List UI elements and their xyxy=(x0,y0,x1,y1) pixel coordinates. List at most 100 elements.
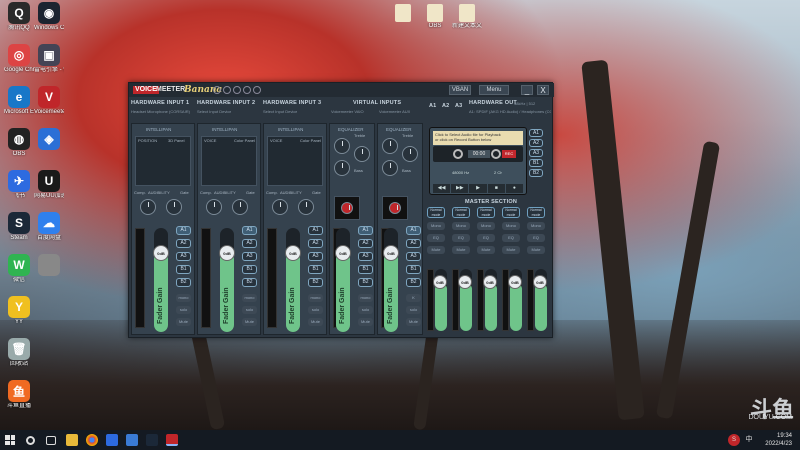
hw-input-2-device[interactable]: Select Input Device xyxy=(197,109,231,114)
master-mute-button[interactable]: Mute xyxy=(527,246,545,254)
desktop-icon[interactable]: Q 腾讯QQ xyxy=(4,2,34,32)
info-icon[interactable] xyxy=(253,86,261,94)
bus-button-a3[interactable]: A3 xyxy=(176,252,191,261)
desktop-icon[interactable]: eMicrosoft Edge xyxy=(4,86,34,116)
cassette-bus-a3[interactable]: A3 xyxy=(529,149,543,157)
desktop-icon[interactable]: U网易UU加速器 xyxy=(34,170,64,200)
mute-button[interactable]: Mute xyxy=(358,318,373,326)
app-icon[interactable] xyxy=(126,434,138,446)
bus-button-a2[interactable]: A2 xyxy=(176,239,191,248)
fader-knob[interactable]: 0dB xyxy=(219,245,235,261)
task-view-icon[interactable] xyxy=(46,436,56,445)
bus-button-a2[interactable]: A2 xyxy=(406,239,421,248)
master-fader-knob[interactable]: 0dB xyxy=(458,275,472,289)
hw-out-device[interactable]: A1: SPDIF (AKG HD Audio) / Headphones (C… xyxy=(469,109,551,114)
desktop-icon[interactable]: ▣雷电引擎 - 快捷方式 xyxy=(34,44,64,74)
master-eq-button[interactable]: EQ xyxy=(502,234,520,242)
info-icon[interactable] xyxy=(243,86,251,94)
eq-knob[interactable] xyxy=(334,160,350,176)
normal-mode-button[interactable]: Normal mode xyxy=(427,207,445,218)
bus-button-a1[interactable]: A1 xyxy=(358,226,373,235)
master-mono-button[interactable]: Mono xyxy=(427,222,445,230)
steam-icon[interactable] xyxy=(146,434,158,446)
bus-button-a2[interactable]: A2 xyxy=(308,239,323,248)
desktop-icon[interactable] xyxy=(34,254,64,277)
solo-button[interactable]: solo xyxy=(176,306,191,314)
mute-button[interactable]: Mute xyxy=(406,318,421,326)
mute-button[interactable]: Mute xyxy=(176,318,191,326)
desktop-icon[interactable]: VVoicemeeter Banana xyxy=(34,86,64,116)
hw-input-1-device[interactable]: Headset Microphone (CORSAIR) xyxy=(131,109,193,114)
cassette-bus-a1[interactable]: A1 xyxy=(529,129,543,137)
solo-button[interactable]: solo xyxy=(308,306,323,314)
bus-button-b1[interactable]: B1 xyxy=(406,265,421,274)
bus-button-b2[interactable]: B2 xyxy=(242,278,257,287)
transport-button[interactable]: ■ xyxy=(487,184,505,193)
bus-select-a3[interactable]: A3 xyxy=(455,103,462,109)
normal-mode-button[interactable]: Normal mode xyxy=(477,207,495,218)
master-fader-knob[interactable]: 0dB xyxy=(533,275,547,289)
desktop-icon[interactable]: ◈ xyxy=(34,128,64,151)
master-eq-button[interactable]: EQ xyxy=(477,234,495,242)
mono-button[interactable]: mono xyxy=(308,294,323,302)
master-mute-button[interactable]: Mute xyxy=(427,246,445,254)
minimize-button[interactable]: _ xyxy=(521,85,533,95)
file-explorer-icon[interactable] xyxy=(66,434,78,446)
bus-button-a1[interactable]: A1 xyxy=(242,226,257,235)
master-eq-button[interactable]: EQ xyxy=(427,234,445,242)
fader-knob[interactable]: 0dB xyxy=(153,245,169,261)
close-button[interactable]: X xyxy=(537,85,549,95)
master-mute-button[interactable]: Mute xyxy=(502,246,520,254)
info-icon[interactable] xyxy=(213,86,221,94)
eq-knob[interactable] xyxy=(402,146,418,162)
mono-button[interactable]: mono xyxy=(242,294,257,302)
comp-knob[interactable] xyxy=(272,199,288,215)
fader-knob[interactable]: 0dB xyxy=(285,245,301,261)
k-button[interactable]: K xyxy=(406,294,421,302)
intellipan-pad[interactable] xyxy=(267,136,323,186)
transport-button[interactable]: ▶▶ xyxy=(451,184,469,193)
solo-button[interactable]: solo xyxy=(242,306,257,314)
bus-select-a1[interactable]: A1 xyxy=(429,103,436,109)
eq-knob[interactable] xyxy=(382,138,398,154)
chrome-icon[interactable] xyxy=(86,434,98,446)
eq-knob[interactable] xyxy=(382,160,398,176)
cassette-label[interactable]: Click to Select Audio file for Playback … xyxy=(433,131,523,145)
intellipan-pad[interactable] xyxy=(201,136,257,186)
hw-input-2-title[interactable]: HARDWARE INPUT 2 xyxy=(197,100,255,106)
transport-button[interactable]: ◀◀ xyxy=(433,184,451,193)
bus-button-b2[interactable]: B2 xyxy=(406,278,421,287)
bus-button-a1[interactable]: A1 xyxy=(406,226,421,235)
tray-sougou-icon[interactable]: S xyxy=(728,434,740,446)
info-icon[interactable] xyxy=(233,86,241,94)
desktop-icon[interactable]: 鱼斗鱼直播 xyxy=(4,380,34,410)
bus-button-a3[interactable]: A3 xyxy=(308,252,323,261)
desktop-icon[interactable]: ◉Windows Connect xyxy=(34,2,64,32)
desktop-icon[interactable]: ☁ 百度网盘 xyxy=(34,212,64,242)
master-mute-button[interactable]: Mute xyxy=(452,246,470,254)
bus-button-a2[interactable]: A2 xyxy=(358,239,373,248)
desktop-icon[interactable]: S Steam xyxy=(4,212,34,242)
master-mono-button[interactable]: Mono xyxy=(527,222,545,230)
fader-knob[interactable]: 0dB xyxy=(383,245,399,261)
normal-mode-button[interactable]: Normal mode xyxy=(452,207,470,218)
bus-button-a1[interactable]: A1 xyxy=(308,226,323,235)
desktop-icon[interactable]: ◍ OBS xyxy=(4,128,34,158)
feishu-icon[interactable] xyxy=(106,434,118,446)
desktop-icon[interactable]: 🗑 回收站 xyxy=(4,338,34,368)
master-eq-button[interactable]: EQ xyxy=(527,234,545,242)
record-icon[interactable] xyxy=(389,202,401,214)
vban-button[interactable]: VBAN xyxy=(449,85,471,95)
cassette-bus-b1[interactable]: B1 xyxy=(529,159,543,167)
master-fader-knob[interactable]: 0dB xyxy=(508,275,522,289)
system-clock[interactable]: 19:34 2022/4/23 xyxy=(765,432,792,448)
master-fader-knob[interactable]: 0dB xyxy=(483,275,497,289)
gate-knob[interactable] xyxy=(298,199,314,215)
desktop-icon[interactable]: ✈ 飞书 xyxy=(4,170,34,200)
bus-button-a3[interactable]: A3 xyxy=(242,252,257,261)
eq-knob[interactable] xyxy=(334,138,350,154)
bus-button-b2[interactable]: B2 xyxy=(176,278,191,287)
comp-knob[interactable] xyxy=(206,199,222,215)
info-icon[interactable] xyxy=(223,86,231,94)
title-bar[interactable]: VOICE MEETER Banana VBAN Menu _ X xyxy=(129,83,554,97)
